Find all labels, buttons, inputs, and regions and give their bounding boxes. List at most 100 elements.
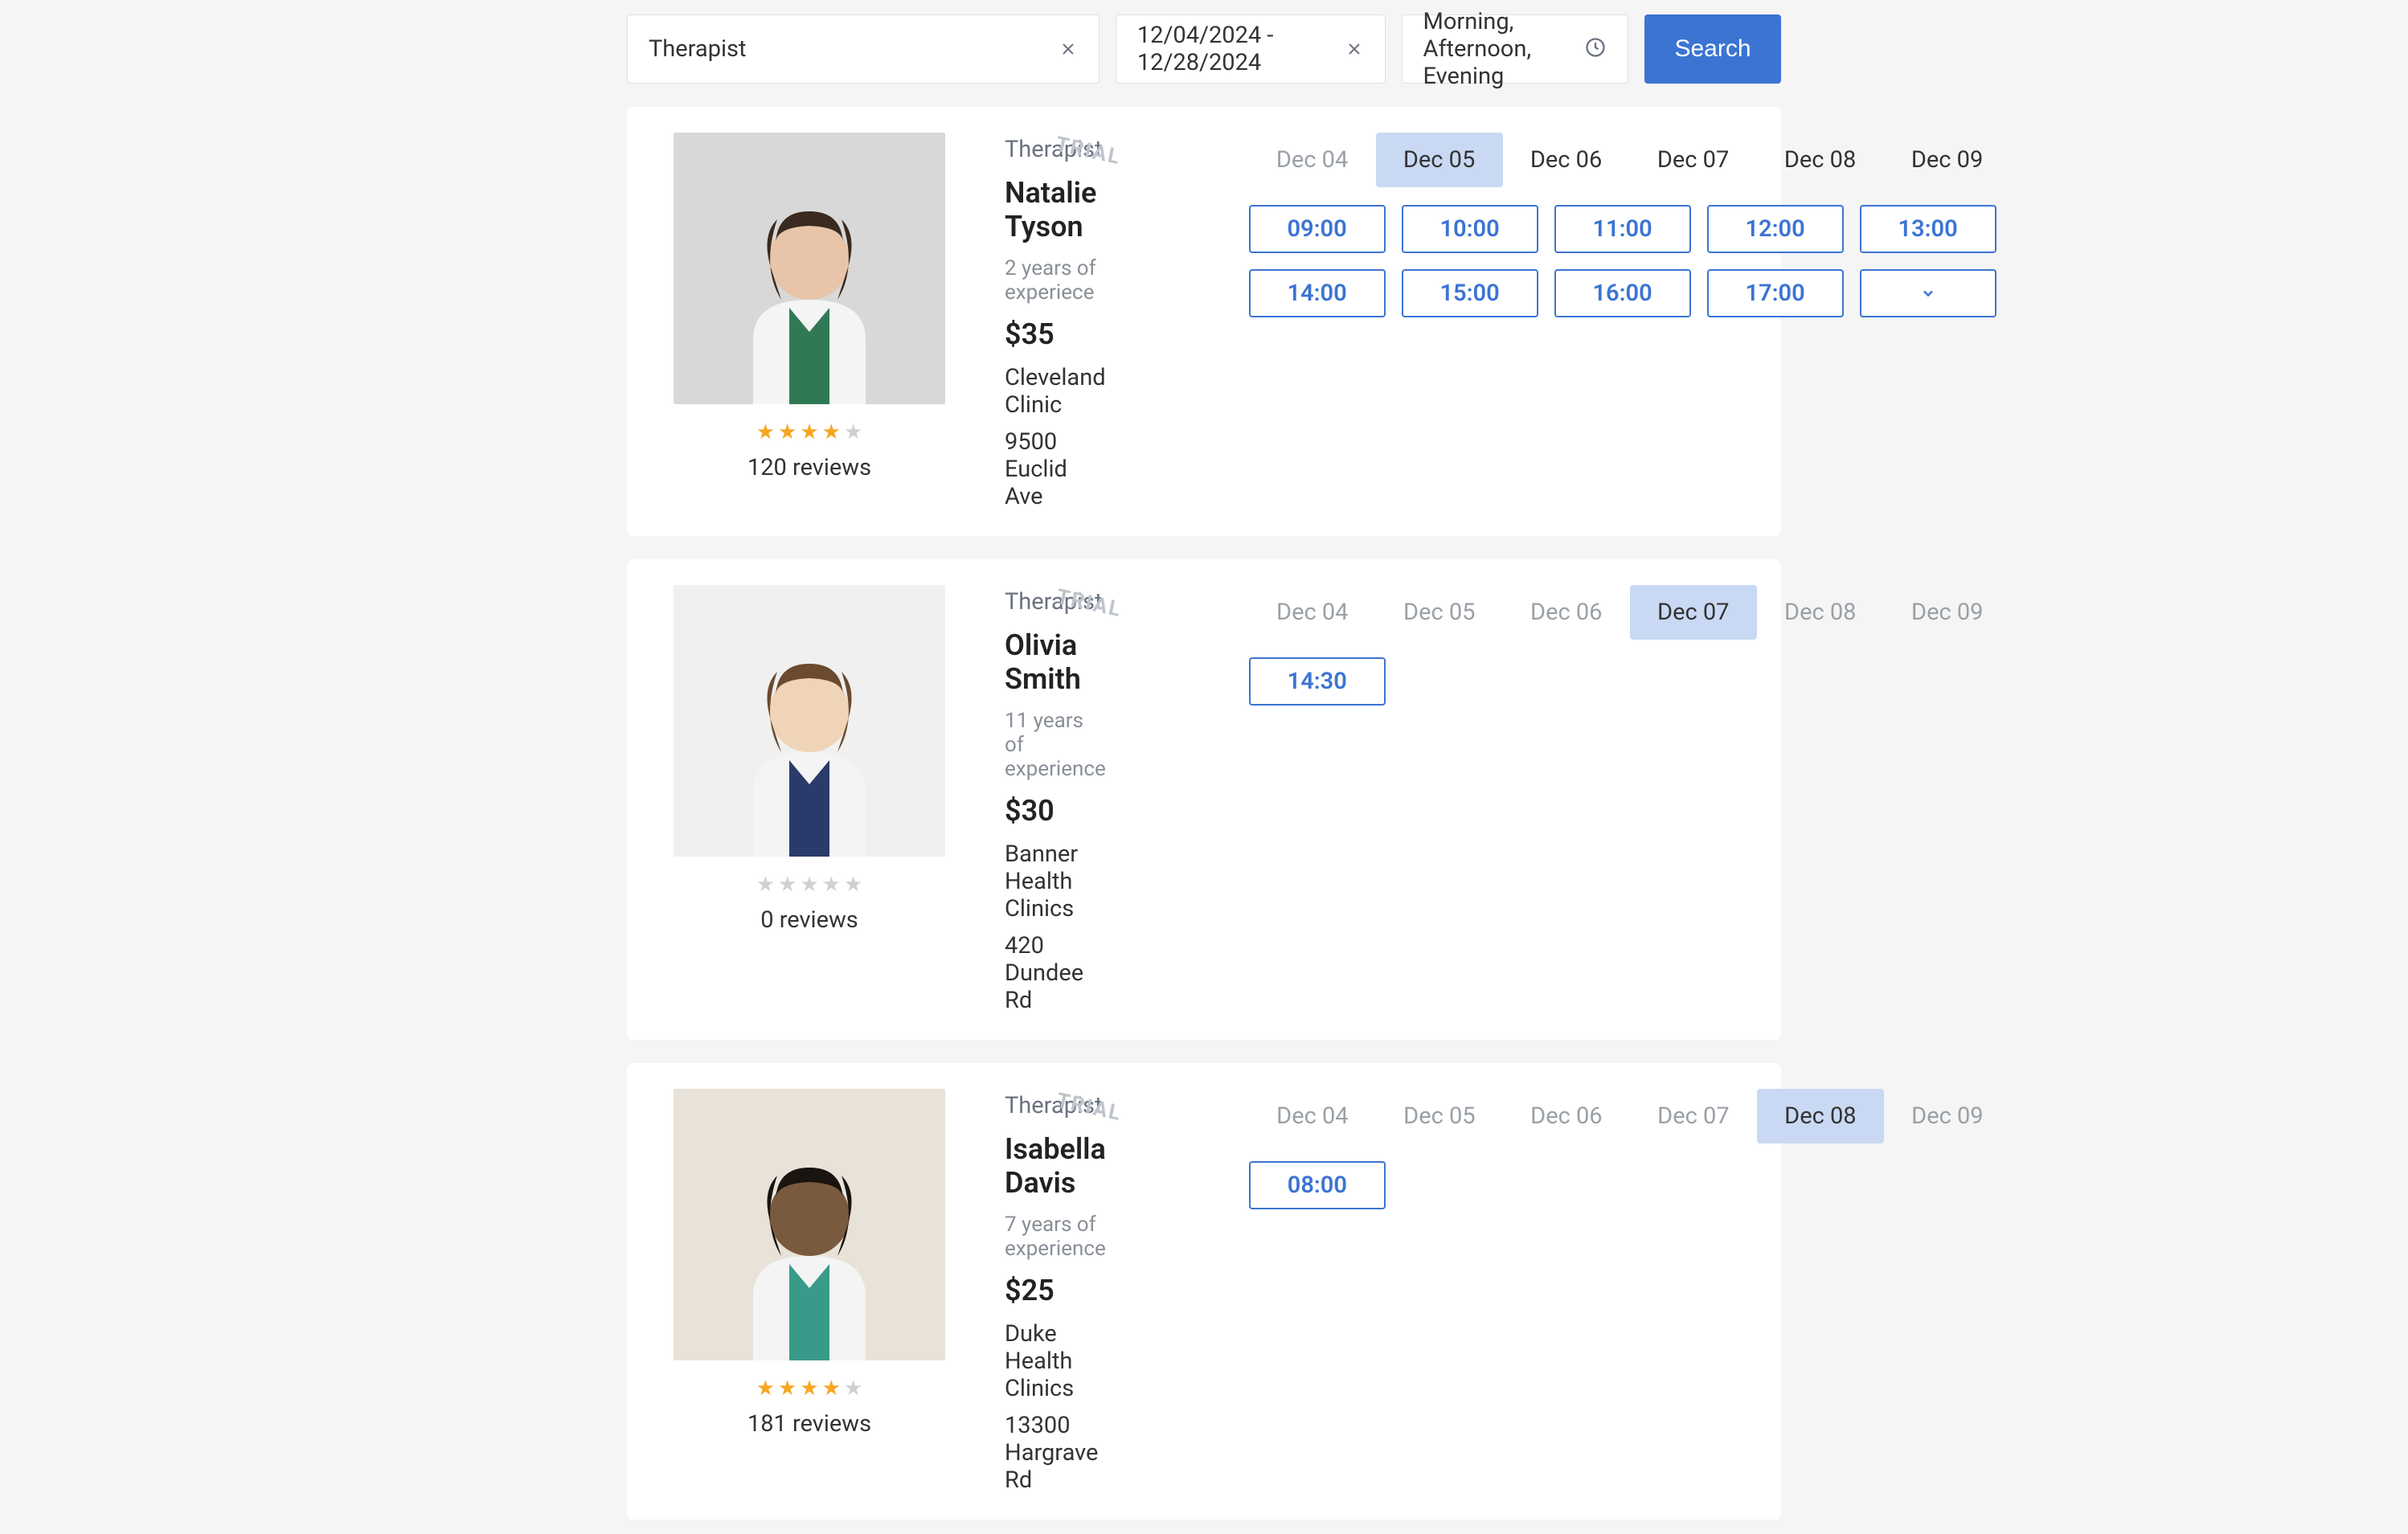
doctor-photo[interactable] <box>674 585 945 857</box>
price-label: $30 <box>1005 794 1106 828</box>
date-tabs: Dec 04Dec 05Dec 06Dec 07Dec 08Dec 09 <box>1249 133 2011 187</box>
doctor-name[interactable]: Olivia Smith <box>1005 628 1106 696</box>
experience-label: 2 years of experiece <box>1005 256 1106 305</box>
doctor-name[interactable]: Isabella Davis <box>1005 1132 1106 1200</box>
time-slot-button[interactable]: 16:00 <box>1554 269 1691 317</box>
search-button[interactable]: Search <box>1644 14 1781 84</box>
date-range-input[interactable]: 12/04/2024 - 12/28/2024 <box>1137 22 1364 76</box>
time-slot-button[interactable]: 08:00 <box>1249 1161 1386 1209</box>
close-icon <box>1345 39 1364 59</box>
chevron-down-icon <box>1920 285 1936 301</box>
time-slot-button[interactable]: 15:00 <box>1402 269 1538 317</box>
time-of-day-input-wrapper[interactable]: Morning, Afternoon, Evening <box>1402 14 1628 84</box>
date-tab[interactable]: Dec 07 <box>1630 1089 1757 1143</box>
time-slot-button[interactable]: 09:00 <box>1249 205 1386 253</box>
star-icon: ★ <box>800 1377 818 1401</box>
time-slot-button[interactable]: 17:00 <box>1707 269 1844 317</box>
date-tab[interactable]: Dec 08 <box>1757 133 1884 187</box>
date-tab[interactable]: Dec 05 <box>1376 1089 1503 1143</box>
info-column: TRIAL Therapist Olivia Smith 11 years of… <box>1005 585 1106 1014</box>
slots-column: Dec 04Dec 05Dec 06Dec 07Dec 08Dec 09 09:… <box>1225 133 2011 510</box>
trial-badge: TRIAL <box>1054 585 1124 622</box>
date-tab[interactable]: Dec 07 <box>1630 133 1757 187</box>
clear-specialty-button[interactable] <box>1057 38 1079 60</box>
date-tab[interactable]: Dec 06 <box>1503 585 1630 640</box>
slots-column: Dec 04Dec 05Dec 06Dec 07Dec 08Dec 09 08:… <box>1225 1089 2011 1494</box>
time-slot-button[interactable]: 14:00 <box>1249 269 1386 317</box>
time-slot-button[interactable]: 14:30 <box>1249 657 1386 706</box>
date-tabs: Dec 04Dec 05Dec 06Dec 07Dec 08Dec 09 <box>1249 585 2011 640</box>
star-icon: ★ <box>778 1377 797 1401</box>
doctor-card: ★★★★★ 120 reviews TRIAL Therapist Natali… <box>627 107 1781 536</box>
trial-badge: TRIAL <box>1054 1089 1124 1126</box>
date-tab[interactable]: Dec 08 <box>1757 585 1884 640</box>
expand-times-button[interactable] <box>1860 269 1996 317</box>
clock-icon <box>1584 36 1607 62</box>
reviews-count: 120 reviews <box>747 454 871 481</box>
time-slot-button[interactable]: 12:00 <box>1707 205 1844 253</box>
experience-label: 7 years of experience <box>1005 1213 1106 1261</box>
price-label: $35 <box>1005 317 1106 351</box>
specialty-input-wrapper[interactable]: Therapist <box>627 14 1100 84</box>
clinic-address: 13300 Hargrave Rd <box>1005 1412 1106 1494</box>
slots-column: Dec 04Dec 05Dec 06Dec 07Dec 08Dec 09 14:… <box>1225 585 2011 1014</box>
doctor-photo-placeholder <box>705 163 914 404</box>
doctor-name[interactable]: Natalie Tyson <box>1005 176 1106 243</box>
date-tab[interactable]: Dec 06 <box>1503 133 1630 187</box>
date-tab[interactable]: Dec 09 <box>1884 585 2011 640</box>
time-slots: 14:30 <box>1249 657 2011 706</box>
date-tab[interactable]: Dec 05 <box>1376 133 1503 187</box>
search-bar: Therapist 12/04/2024 - 12/28/2024 Mornin… <box>627 14 1781 84</box>
date-tab[interactable]: Dec 09 <box>1884 1089 2011 1143</box>
star-icon: ★ <box>778 420 797 444</box>
specialty-input[interactable]: Therapist <box>649 35 746 63</box>
clear-daterange-button[interactable] <box>1343 38 1366 60</box>
date-tab[interactable]: Dec 09 <box>1884 133 2011 187</box>
date-tab[interactable]: Dec 08 <box>1757 1089 1884 1143</box>
star-icon: ★ <box>800 873 818 897</box>
date-tab[interactable]: Dec 06 <box>1503 1089 1630 1143</box>
price-label: $25 <box>1005 1274 1106 1307</box>
date-tab[interactable]: Dec 07 <box>1630 585 1757 640</box>
date-tab[interactable]: Dec 05 <box>1376 585 1503 640</box>
time-slot-button[interactable]: 13:00 <box>1860 205 1996 253</box>
doctor-photo[interactable] <box>674 133 945 404</box>
time-slot-button[interactable]: 10:00 <box>1402 205 1538 253</box>
date-tab[interactable]: Dec 04 <box>1249 1089 1376 1143</box>
date-tab[interactable]: Dec 04 <box>1249 133 1376 187</box>
clinic-name: Cleveland Clinic <box>1005 364 1106 419</box>
star-icon: ★ <box>844 1377 862 1401</box>
star-icon: ★ <box>756 873 775 897</box>
date-tabs: Dec 04Dec 05Dec 06Dec 07Dec 08Dec 09 <box>1249 1089 2011 1143</box>
clinic-address: 420 Dundee Rd <box>1005 932 1106 1014</box>
rating-stars: ★★★★★ <box>756 420 863 444</box>
star-icon: ★ <box>778 873 797 897</box>
star-icon: ★ <box>822 420 841 444</box>
star-icon: ★ <box>822 1377 841 1401</box>
time-of-day-input[interactable]: Morning, Afternoon, Evening <box>1423 8 1584 90</box>
rating-stars: ★★★★★ <box>756 873 863 897</box>
close-icon <box>1059 39 1078 59</box>
time-slots: 09:00 10:00 11:00 12:00 13:00 14:00 15:00 16:00… <box>1249 205 2011 317</box>
doctor-card: ★★★★★ 181 reviews TRIAL Therapist Isabel… <box>627 1063 1781 1520</box>
info-column: TRIAL Therapist Isabella Davis 7 years o… <box>1005 1089 1106 1494</box>
clinic-name: Banner Health Clinics <box>1005 841 1106 922</box>
doctor-photo-placeholder <box>705 616 914 857</box>
star-icon: ★ <box>800 420 818 444</box>
time-slot-button[interactable]: 11:00 <box>1554 205 1691 253</box>
rating-stars: ★★★★★ <box>756 1377 863 1401</box>
doctor-card: ★★★★★ 0 reviews TRIAL Therapist Olivia S… <box>627 559 1781 1040</box>
star-icon: ★ <box>822 873 841 897</box>
clinic-name: Duke Health Clinics <box>1005 1320 1106 1402</box>
date-range-input-wrapper[interactable]: 12/04/2024 - 12/28/2024 <box>1116 14 1386 84</box>
photo-column: ★★★★★ 0 reviews <box>674 585 945 1014</box>
doctor-photo-placeholder <box>705 1119 914 1360</box>
star-icon: ★ <box>844 873 862 897</box>
info-column: TRIAL Therapist Natalie Tyson 2 years of… <box>1005 133 1106 510</box>
clinic-address: 9500 Euclid Ave <box>1005 428 1106 510</box>
reviews-count: 0 reviews <box>760 906 858 934</box>
date-tab[interactable]: Dec 04 <box>1249 585 1376 640</box>
time-slots: 08:00 <box>1249 1161 2011 1209</box>
star-icon: ★ <box>756 420 775 444</box>
doctor-photo[interactable] <box>674 1089 945 1360</box>
